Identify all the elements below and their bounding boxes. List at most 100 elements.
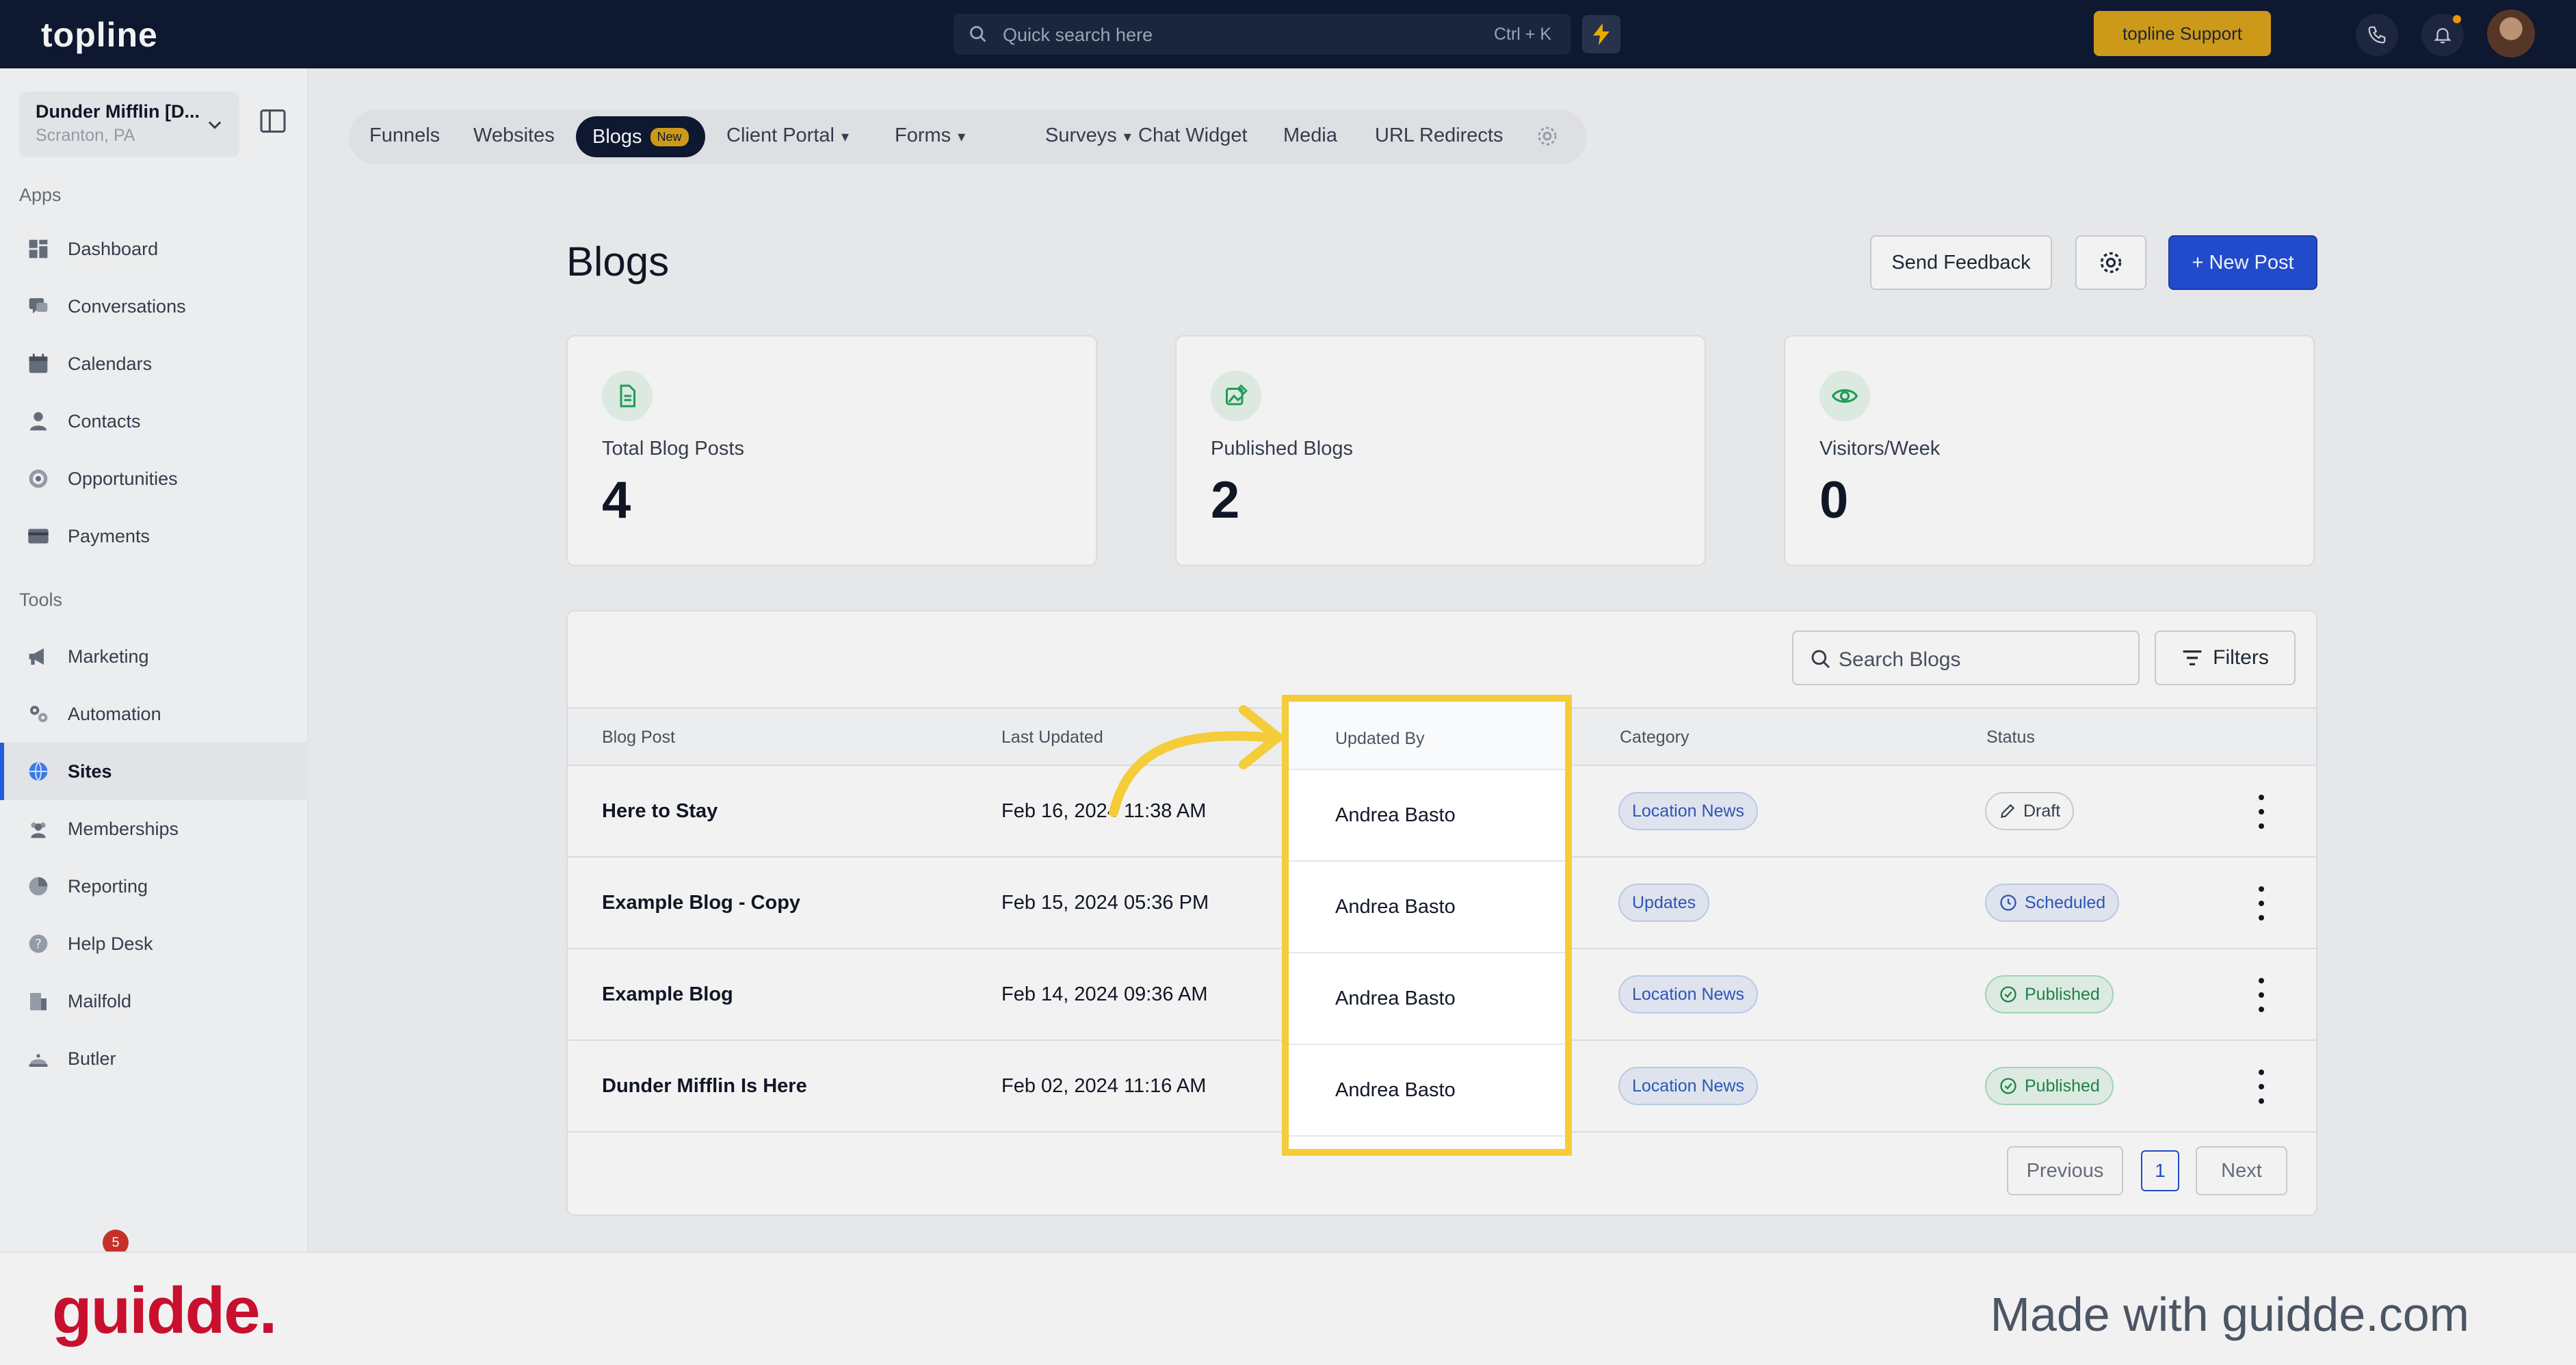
sidebar-item-label: Reporting [68, 876, 148, 897]
tab-chat-widget[interactable]: Chat Widget [1138, 124, 1248, 147]
tab-blogs[interactable]: Blogs New [576, 116, 705, 157]
account-location: Scranton, PA [36, 126, 135, 145]
stat-label: Total Blog Posts [602, 438, 744, 460]
blog-title[interactable]: Example Blog [602, 983, 733, 1006]
tab-funnels[interactable]: Funnels [369, 124, 440, 147]
tab-media[interactable]: Media [1283, 124, 1337, 147]
notification-dot [2453, 15, 2461, 23]
sidebar-item-automation[interactable]: Automation [0, 685, 308, 743]
sidebar-item-label: Opportunities [68, 468, 178, 489]
target-icon [29, 469, 48, 488]
status-label: Published [2025, 1076, 2100, 1096]
filters-button[interactable]: Filters [2155, 631, 2296, 685]
collapse-sidebar-icon[interactable] [260, 109, 286, 133]
chevron-down-icon: ▾ [958, 128, 966, 145]
column-header-status[interactable]: Status [1986, 728, 2035, 747]
sidebar-item-memberships[interactable]: Memberships [0, 800, 308, 858]
sidebar-item-label: Butler [68, 1048, 116, 1069]
dashboard-icon [29, 239, 48, 259]
sidebar-item-payments[interactable]: Payments [0, 507, 308, 565]
user-avatar[interactable] [2487, 10, 2535, 57]
check-circle-icon [2000, 1078, 2016, 1094]
curved-arrow-icon [1109, 705, 1283, 817]
new-badge: New [650, 127, 689, 146]
sidebar-item-butler[interactable]: Butler [0, 1030, 308, 1087]
page-number-button[interactable]: 1 [2141, 1150, 2179, 1191]
category-badge: Location News [1618, 1067, 1758, 1105]
column-header-blog-post[interactable]: Blog Post [602, 728, 675, 747]
document-icon [602, 371, 653, 421]
tab-surveys[interactable]: Surveys ▾ [1045, 124, 1131, 147]
phone-button[interactable] [2356, 14, 2398, 56]
sidebar-item-calendars[interactable]: Calendars [0, 335, 308, 393]
next-page-button[interactable]: Next [2196, 1146, 2287, 1195]
settings-button[interactable] [2075, 235, 2146, 290]
chevron-down-icon: ▾ [841, 128, 850, 145]
sidebar-item-opportunities[interactable]: Opportunities [0, 450, 308, 507]
search-blogs-input[interactable]: Search Blogs [1792, 631, 2140, 685]
status-label: Draft [2023, 801, 2061, 821]
blog-title[interactable]: Here to Stay [602, 800, 718, 823]
column-header-category[interactable]: Category [1620, 728, 1689, 747]
search-blogs-placeholder: Search Blogs [1839, 648, 1961, 671]
calendar-icon [29, 354, 48, 373]
category-badge: Location News [1618, 975, 1758, 1013]
tab-websites[interactable]: Websites [473, 124, 555, 147]
sidebar-item-mailfold[interactable]: Mailfold [0, 972, 308, 1030]
updated-by: Andrea Basto [1335, 1079, 1456, 1101]
tab-client-portal[interactable]: Client Portal ▾ [726, 124, 849, 147]
help-icon: ? [29, 934, 48, 953]
stat-label: Visitors/Week [1819, 438, 1941, 460]
gears-icon [30, 706, 48, 722]
row-actions-menu-icon[interactable] [2255, 795, 2268, 829]
app-logo[interactable]: topline [41, 15, 158, 55]
support-button[interactable]: topline Support [2094, 11, 2271, 56]
account-switcher[interactable]: Dunder Mifflin [D... Scranton, PA [19, 92, 239, 157]
sidebar-item-label: Mailfold [68, 991, 132, 1011]
updated-by-cell: Andrea Basto [1289, 953, 1565, 1045]
column-header-cell: Updated By [1289, 702, 1565, 770]
sidebar-item-marketing[interactable]: Marketing [0, 628, 308, 685]
row-actions-menu-icon[interactable] [2255, 886, 2268, 920]
stat-card-total-posts: Total Blog Posts 4 [566, 335, 1097, 566]
blog-title[interactable]: Dunder Mifflin Is Here [602, 1075, 807, 1098]
updated-by-cell: Andrea Basto [1289, 862, 1565, 953]
new-post-button[interactable]: + New Post [2168, 235, 2317, 290]
last-updated: Feb 14, 2024 09:36 AM [1001, 983, 1208, 1005]
sidebar-item-conversations[interactable]: Conversations [0, 278, 308, 335]
sidebar-item-contacts[interactable]: Contacts [0, 393, 308, 450]
updated-by-cell: Andrea Basto [1289, 1045, 1565, 1137]
quick-search-input[interactable]: Quick search here Ctrl + K [954, 14, 1570, 55]
sidebar-item-sites[interactable]: Sites [0, 743, 308, 800]
tab-url-redirects[interactable]: URL Redirects [1375, 124, 1503, 147]
sidebar-item-help-desk[interactable]: ? Help Desk [0, 915, 308, 972]
blog-title[interactable]: Example Blog - Copy [602, 892, 800, 914]
tab-forms[interactable]: Forms ▾ [895, 124, 965, 147]
quick-actions-button[interactable] [1582, 15, 1620, 53]
gear-icon[interactable] [1536, 124, 1559, 148]
previous-page-button[interactable]: Previous [2007, 1146, 2123, 1195]
stat-value: 4 [602, 471, 631, 529]
guidde-logo: guidde. [52, 1274, 277, 1347]
sidebar-item-dashboard[interactable]: Dashboard [0, 220, 308, 278]
filters-label: Filters [2213, 646, 2269, 669]
chat-launcher-badge[interactable]: 5 [103, 1230, 133, 1256]
chevron-down-icon [208, 121, 222, 129]
status-label: Scheduled [2025, 892, 2106, 912]
status-badge: Published [1985, 1067, 2114, 1105]
building-icon [30, 993, 47, 1011]
column-header-last-updated[interactable]: Last Updated [1001, 728, 1103, 747]
globe-icon [29, 761, 48, 782]
row-actions-menu-icon[interactable] [2255, 1070, 2268, 1104]
row-actions-menu-icon[interactable] [2255, 978, 2268, 1012]
status-badge: Published [1985, 975, 2114, 1013]
top-bar: topline Quick search here Ctrl + K topli… [0, 0, 2576, 68]
send-feedback-button[interactable]: Send Feedback [1870, 235, 2052, 290]
sidebar-item-reporting[interactable]: Reporting [0, 858, 308, 915]
sidebar-item-label: Memberships [68, 819, 179, 839]
tab-label: Surveys [1045, 124, 1117, 146]
search-icon [1811, 650, 1830, 669]
tab-label: Forms [895, 124, 951, 146]
column-header-updated-by[interactable]: Updated By [1335, 729, 1425, 749]
chevron-down-icon: ▾ [1123, 128, 1131, 145]
